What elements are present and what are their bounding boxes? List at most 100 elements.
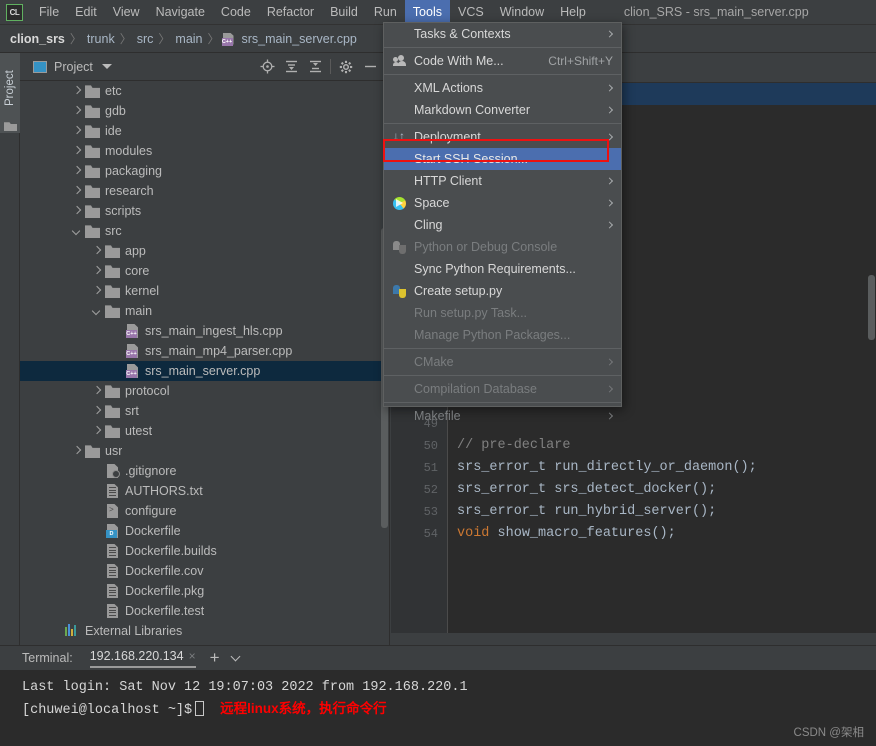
menu-code[interactable]: Code: [213, 0, 259, 25]
tree-item-authors-txt[interactable]: AUTHORS.txt: [20, 481, 390, 501]
breadcrumb-item[interactable]: srs_main_server.cpp: [239, 32, 360, 46]
menu-item-markdown-converter[interactable]: Markdown Converter: [384, 99, 621, 121]
tree-item-research[interactable]: research: [20, 181, 390, 201]
tree-item-srs-main-ingest-hls-cpp[interactable]: C++ srs_main_ingest_hls.cpp: [20, 321, 390, 341]
tree-item-kernel[interactable]: kernel: [20, 281, 390, 301]
collapse-all-icon[interactable]: [303, 56, 327, 78]
chevron-right-icon[interactable]: [92, 286, 103, 297]
code-line[interactable]: srs_error_t run_directly_or_daemon();: [449, 457, 876, 479]
tree-item-app[interactable]: app: [20, 241, 390, 261]
code-line[interactable]: srs_error_t srs_detect_docker();: [449, 479, 876, 501]
terminal-tab[interactable]: 192.168.220.134 ×: [89, 649, 196, 668]
menu-item-space[interactable]: Space: [384, 192, 621, 214]
locate-target-icon[interactable]: [255, 56, 279, 78]
chevron-down-icon[interactable]: [92, 306, 103, 317]
editor-scrollbar[interactable]: [868, 275, 875, 340]
tools-dropdown-menu[interactable]: Tasks & Contexts Code With Me... Ctrl+Shif…: [383, 22, 622, 423]
text-file-icon: [105, 484, 120, 498]
menu-item-deployment[interactable]: ↓↑ Deployment: [384, 126, 621, 148]
tree-item-dockerfile-test[interactable]: Dockerfile.test: [20, 601, 390, 621]
menu-file[interactable]: File: [31, 0, 67, 25]
chevron-right-icon[interactable]: [72, 146, 83, 157]
chevron-right-icon[interactable]: [72, 166, 83, 177]
chevron-right-icon[interactable]: [72, 106, 83, 117]
menu-item-run-setup-py-task: Run setup.py Task...: [384, 302, 621, 324]
expand-all-icon[interactable]: [279, 56, 303, 78]
tree-item-core[interactable]: core: [20, 261, 390, 281]
chevron-right-icon[interactable]: [92, 266, 103, 277]
tree-item-src[interactable]: src: [20, 221, 390, 241]
tree-item-label: Dockerfile: [125, 524, 181, 538]
breadcrumb-item[interactable]: main: [172, 32, 205, 46]
menu-item-sync-python-requirements[interactable]: Sync Python Requirements...: [384, 258, 621, 280]
tree-item-dockerfile-cov[interactable]: Dockerfile.cov: [20, 561, 390, 581]
tree-item-protocol[interactable]: protocol: [20, 381, 390, 401]
menu-window[interactable]: Window: [492, 0, 552, 25]
tree-item-utest[interactable]: utest: [20, 421, 390, 441]
menu-icon-spacer: [390, 102, 409, 118]
chevron-down-icon[interactable]: [101, 64, 112, 69]
clion-logo-icon: CL: [6, 3, 23, 21]
code-line[interactable]: // pre-declare: [449, 435, 876, 457]
add-terminal-icon[interactable]: +: [210, 649, 220, 666]
menu-item-start-ssh-session[interactable]: Start SSH Session...: [384, 148, 621, 170]
menu-edit[interactable]: Edit: [67, 0, 105, 25]
menu-vcs[interactable]: VCS: [450, 0, 492, 25]
tree-item-etc[interactable]: etc: [20, 81, 390, 101]
tree-item-srs-main-mp4-parser-cpp[interactable]: C++ srs_main_mp4_parser.cpp: [20, 341, 390, 361]
chevron-right-icon[interactable]: [72, 126, 83, 137]
breadcrumb-item[interactable]: clion_srs: [0, 32, 68, 46]
chevron-right-icon[interactable]: [92, 406, 103, 417]
tree-item-dockerfile-pkg[interactable]: Dockerfile.pkg: [20, 581, 390, 601]
tree-item-packaging[interactable]: packaging: [20, 161, 390, 181]
menu-view[interactable]: View: [105, 0, 148, 25]
chevron-down-icon[interactable]: [72, 226, 83, 237]
menu-item-tasks-contexts[interactable]: Tasks & Contexts: [384, 23, 621, 45]
close-icon[interactable]: ×: [189, 649, 196, 663]
tree-item-modules[interactable]: modules: [20, 141, 390, 161]
chevron-right-icon[interactable]: [72, 206, 83, 217]
terminal-output[interactable]: Last login: Sat Nov 12 19:07:03 2022 fro…: [0, 670, 876, 746]
code-token: srs_error_t run_directly_or_daemon();: [457, 460, 757, 475]
tree-item-gdb[interactable]: gdb: [20, 101, 390, 121]
tree-item-srs-main-server-cpp[interactable]: C++ srs_main_server.cpp: [20, 361, 390, 381]
tree-item-dockerfile-builds[interactable]: Dockerfile.builds: [20, 541, 390, 561]
gear-icon[interactable]: [334, 56, 358, 78]
chevron-right-icon[interactable]: [92, 246, 103, 257]
python-icon: [390, 283, 409, 299]
cpp-file-icon: C++: [125, 324, 140, 338]
stripe-button-project[interactable]: Project: [0, 53, 20, 133]
tree-item-scripts[interactable]: scripts: [20, 201, 390, 221]
menu-item-create-setup-py[interactable]: Create setup.py: [384, 280, 621, 302]
menu-help[interactable]: Help: [552, 0, 594, 25]
menu-tools[interactable]: Tools: [404, 0, 450, 25]
chevron-right-icon[interactable]: [72, 86, 83, 97]
menu-item-xml-actions[interactable]: XML Actions: [384, 77, 621, 99]
tree-item-configure[interactable]: > configure: [20, 501, 390, 521]
code-line[interactable]: srs_error_t run_hybrid_server();: [449, 501, 876, 523]
tree-item-main[interactable]: main: [20, 301, 390, 321]
menu-build[interactable]: Build: [322, 0, 366, 25]
chevron-right-icon[interactable]: [92, 426, 103, 437]
breadcrumb-item[interactable]: trunk: [84, 32, 118, 46]
tree-item-external-libraries[interactable]: External Libraries: [20, 621, 390, 641]
chevron-right-icon[interactable]: [92, 386, 103, 397]
tree-item-usr[interactable]: usr: [20, 441, 390, 461]
menu-refactor[interactable]: Refactor: [259, 0, 322, 25]
tree-item-gitignore[interactable]: .gitignore: [20, 461, 390, 481]
menu-item-http-client[interactable]: HTTP Client: [384, 170, 621, 192]
menu-item-code-with-me[interactable]: Code With Me... Ctrl+Shift+Y: [384, 50, 621, 72]
project-tree[interactable]: etc gdb ide modules packaging research scripts…: [20, 81, 390, 645]
menu-item-cling[interactable]: Cling: [384, 214, 621, 236]
chevron-right-icon[interactable]: [72, 446, 83, 457]
menu-run[interactable]: Run: [366, 0, 405, 25]
breadcrumb-item[interactable]: src: [134, 32, 157, 46]
code-line[interactable]: void show_macro_features();: [449, 523, 876, 545]
tree-item-srt[interactable]: srt: [20, 401, 390, 421]
chevron-right-icon[interactable]: [72, 186, 83, 197]
hide-panel-icon[interactable]: [358, 56, 382, 78]
tree-item-dockerfile[interactable]: D Dockerfile: [20, 521, 390, 541]
menu-navigate[interactable]: Navigate: [148, 0, 213, 25]
tree-item-ide[interactable]: ide: [20, 121, 390, 141]
chevron-down-icon[interactable]: [230, 651, 240, 662]
